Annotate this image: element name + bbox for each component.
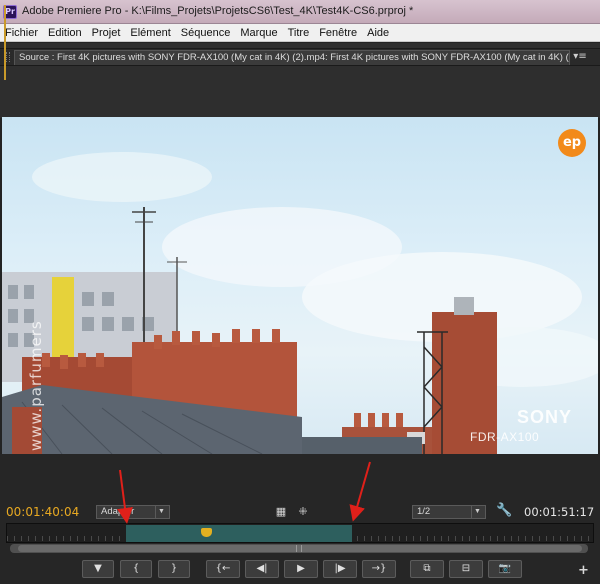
premiere-window: Pr Adobe Premiere Pro - K:\Films_Projets… — [0, 0, 600, 584]
annotation-arrow-out — [349, 461, 371, 522]
annotation-arrow-in — [117, 469, 133, 524]
annotation-arrows — [117, 461, 371, 524]
